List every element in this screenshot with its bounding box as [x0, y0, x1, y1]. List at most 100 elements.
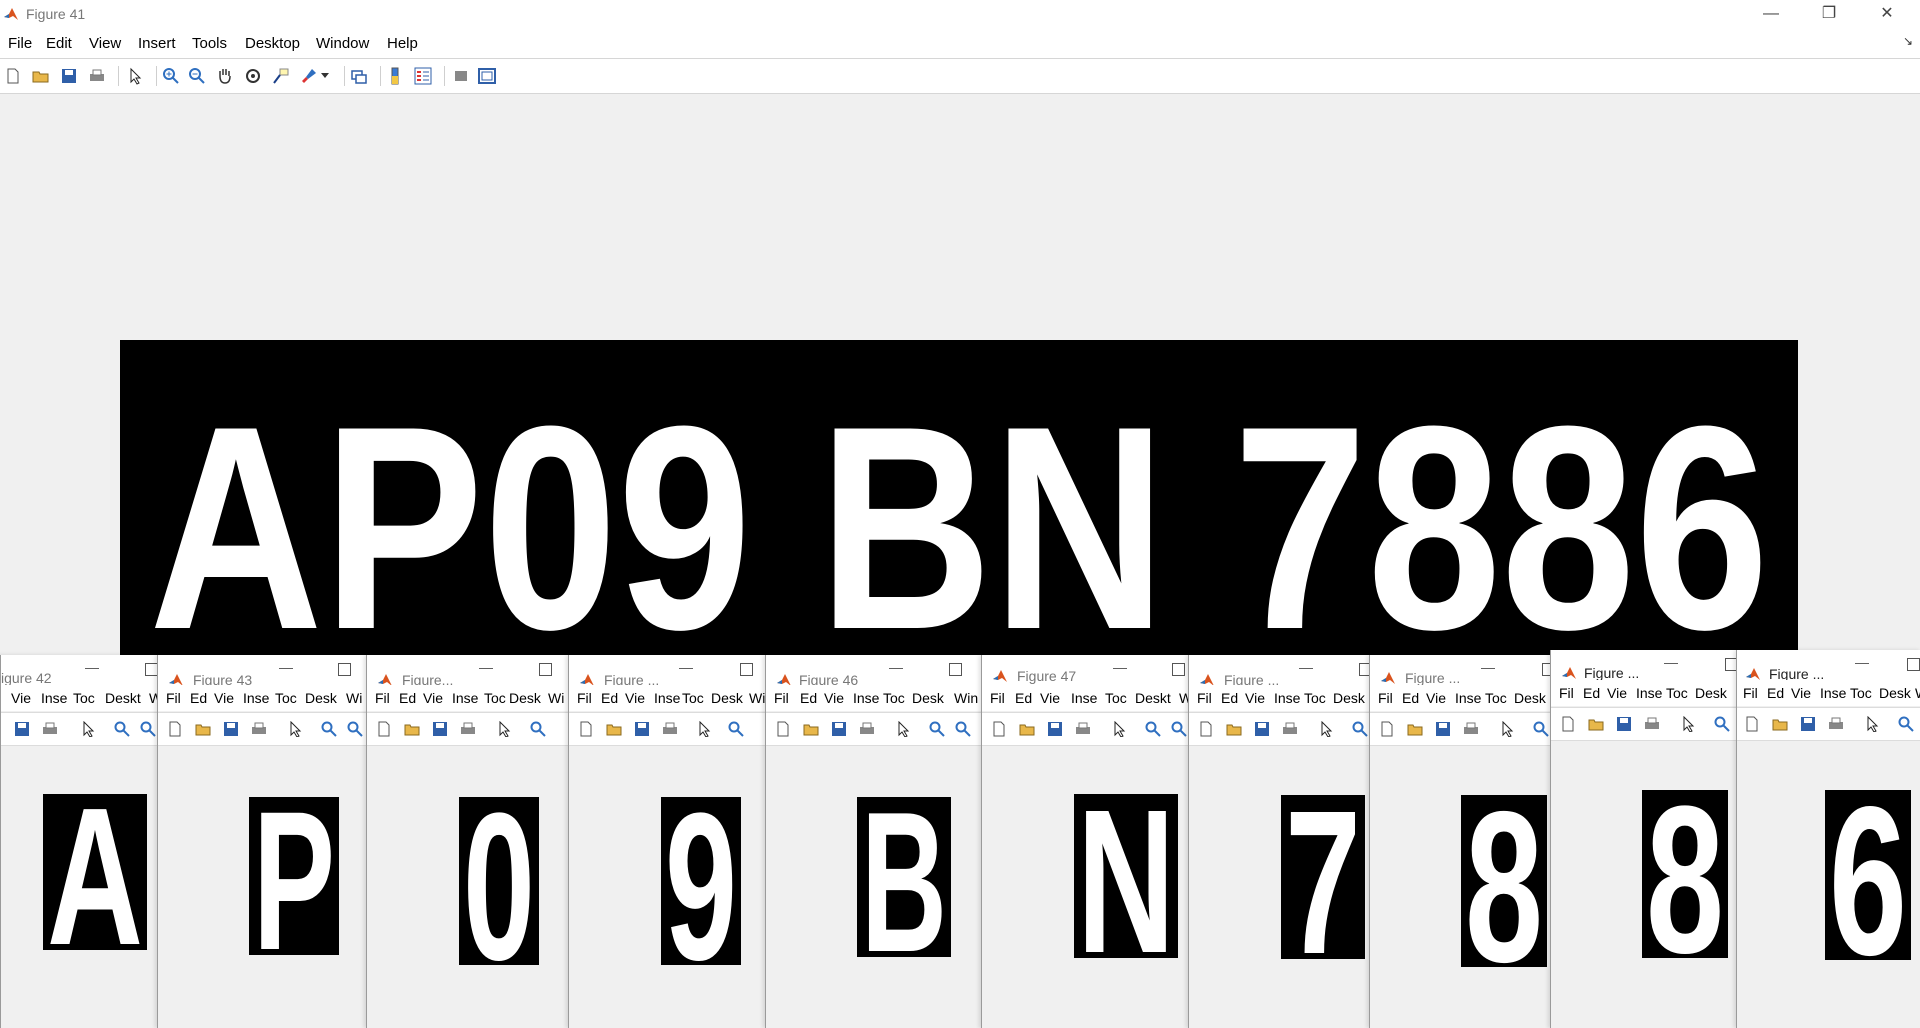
menu-tools[interactable]: Toc: [1105, 690, 1127, 706]
menu-edit[interactable]: Ed: [1221, 690, 1238, 706]
maximize-button[interactable]: [338, 663, 351, 676]
colorbar-icon[interactable]: [384, 65, 406, 87]
menu-edit[interactable]: Edit: [46, 35, 72, 52]
menu-file[interactable]: Fil: [774, 690, 789, 706]
menu-file[interactable]: File: [8, 35, 32, 52]
menu-window[interactable]: Window: [316, 35, 369, 52]
menu-file[interactable]: Fil: [577, 690, 592, 706]
menu-file[interactable]: Fil: [990, 690, 1005, 706]
figure-title-bar[interactable]: Figure ... —: [1551, 650, 1737, 681]
menu-tools[interactable]: Toc: [73, 690, 95, 706]
figure-title-bar[interactable]: Figure ... —: [1370, 655, 1551, 686]
menu-desktop[interactable]: Desk: [1333, 690, 1365, 706]
open-file-icon[interactable]: [800, 718, 822, 740]
menu-insert[interactable]: Inse: [1274, 690, 1300, 706]
figure-title-bar[interactable]: Figure 46 —: [766, 655, 982, 688]
brush-icon[interactable]: [298, 65, 320, 87]
menu-window[interactable]: W: [1915, 685, 1920, 701]
rotate-3d-icon[interactable]: [242, 65, 264, 87]
zoom-out-icon[interactable]: [344, 718, 366, 740]
new-figure-icon[interactable]: [1376, 718, 1398, 740]
figure-window[interactable]: igure 42 — Vie Inse Toc Deskt W A: [0, 655, 158, 1028]
show-plot-tools-icon[interactable]: [476, 65, 498, 87]
print-icon[interactable]: [856, 718, 878, 740]
new-figure-icon[interactable]: [2, 65, 24, 87]
minimize-button[interactable]: —: [1748, 0, 1794, 28]
minimize-button[interactable]: —: [1664, 654, 1678, 670]
figure-window[interactable]: Figure ... — Fil Ed Vie Inse Toc Desk W …: [1736, 650, 1920, 1028]
save-icon[interactable]: [429, 718, 451, 740]
menu-desktop[interactable]: Desk: [305, 690, 337, 706]
figure-window[interactable]: Figure 47 — Fil Ed Vie Inse Toc Deskt W …: [981, 655, 1189, 1028]
menu-view[interactable]: Vie: [214, 690, 234, 706]
menu-window[interactable]: Wi: [346, 690, 362, 706]
figure-title-bar[interactable]: Figure... —: [367, 655, 569, 688]
new-figure-icon[interactable]: [575, 718, 597, 740]
menu-view[interactable]: Vie: [1791, 685, 1811, 701]
menu-file[interactable]: Fil: [166, 690, 181, 706]
pointer-icon[interactable]: [284, 718, 306, 740]
dock-arrow-icon[interactable]: ↘: [1903, 34, 1913, 48]
maximize-button[interactable]: [539, 663, 552, 676]
menu-desktop[interactable]: Desk: [1695, 685, 1727, 701]
minimize-button[interactable]: —: [1299, 659, 1313, 675]
pointer-icon[interactable]: [493, 718, 515, 740]
pointer-icon[interactable]: [124, 65, 146, 87]
zoom-in-icon[interactable]: [926, 718, 948, 740]
save-icon[interactable]: [828, 718, 850, 740]
menu-insert[interactable]: Inse: [243, 690, 269, 706]
menu-view[interactable]: Vie: [625, 690, 645, 706]
zoom-in-icon[interactable]: [1895, 713, 1917, 735]
menu-view[interactable]: Vie: [1426, 690, 1446, 706]
menu-tools[interactable]: Toc: [275, 690, 297, 706]
print-icon[interactable]: [1072, 718, 1094, 740]
menu-edit[interactable]: Ed: [1767, 685, 1784, 701]
minimize-button[interactable]: —: [479, 659, 493, 675]
open-file-icon[interactable]: [603, 718, 625, 740]
legend-icon[interactable]: [412, 65, 434, 87]
save-icon[interactable]: [1044, 718, 1066, 740]
zoom-in-icon[interactable]: [318, 718, 340, 740]
menu-view[interactable]: Vie: [824, 690, 844, 706]
figure-title-bar[interactable]: Figure ... —: [569, 655, 766, 688]
menu-view[interactable]: Vie: [1607, 685, 1627, 701]
menu-view[interactable]: Vie: [1245, 690, 1265, 706]
menu-desktop[interactable]: Deskt: [105, 690, 141, 706]
minimize-button[interactable]: —: [1481, 659, 1495, 675]
new-figure-icon[interactable]: [1741, 713, 1763, 735]
menu-insert[interactable]: Inse: [452, 690, 478, 706]
zoom-in-icon[interactable]: [111, 718, 133, 740]
menu-edit[interactable]: Ed: [601, 690, 618, 706]
link-plot-icon[interactable]: [348, 65, 370, 87]
save-icon[interactable]: [220, 718, 242, 740]
new-figure-icon[interactable]: [1195, 718, 1217, 740]
minimize-button[interactable]: —: [679, 659, 693, 675]
menu-file[interactable]: Fil: [1559, 685, 1574, 701]
menu-tools[interactable]: Toc: [1850, 685, 1872, 701]
pointer-icon[interactable]: [1861, 713, 1883, 735]
print-icon[interactable]: [1825, 713, 1847, 735]
open-file-icon[interactable]: [30, 65, 52, 87]
minimize-button[interactable]: —: [889, 659, 903, 675]
menu-help[interactable]: Help: [387, 35, 418, 52]
zoom-in-icon[interactable]: [160, 65, 182, 87]
figure-window[interactable]: Figure ... — Fil Ed Vie Inse Toc Desk 8: [1550, 650, 1737, 1028]
menu-view[interactable]: View: [89, 35, 121, 52]
menu-view[interactable]: Vie: [423, 690, 443, 706]
save-icon[interactable]: [1432, 718, 1454, 740]
maximize-button[interactable]: [1172, 663, 1185, 676]
open-file-icon[interactable]: [1223, 718, 1245, 740]
print-icon[interactable]: [1641, 713, 1663, 735]
menu-desktop[interactable]: Desk: [711, 690, 743, 706]
open-file-icon[interactable]: [1769, 713, 1791, 735]
save-icon[interactable]: [11, 718, 33, 740]
menu-edit[interactable]: Ed: [800, 690, 817, 706]
save-icon[interactable]: [58, 65, 80, 87]
brush-dropdown-icon[interactable]: [320, 65, 330, 87]
menu-tools[interactable]: Toc: [484, 690, 506, 706]
pointer-icon[interactable]: [1496, 718, 1518, 740]
save-icon[interactable]: [1251, 718, 1273, 740]
figure-title-bar[interactable]: Figure ... —: [1189, 655, 1370, 688]
menu-window[interactable]: Wi: [749, 690, 765, 706]
main-title-bar[interactable]: Figure 41 — ❐ ✕: [0, 0, 1920, 30]
